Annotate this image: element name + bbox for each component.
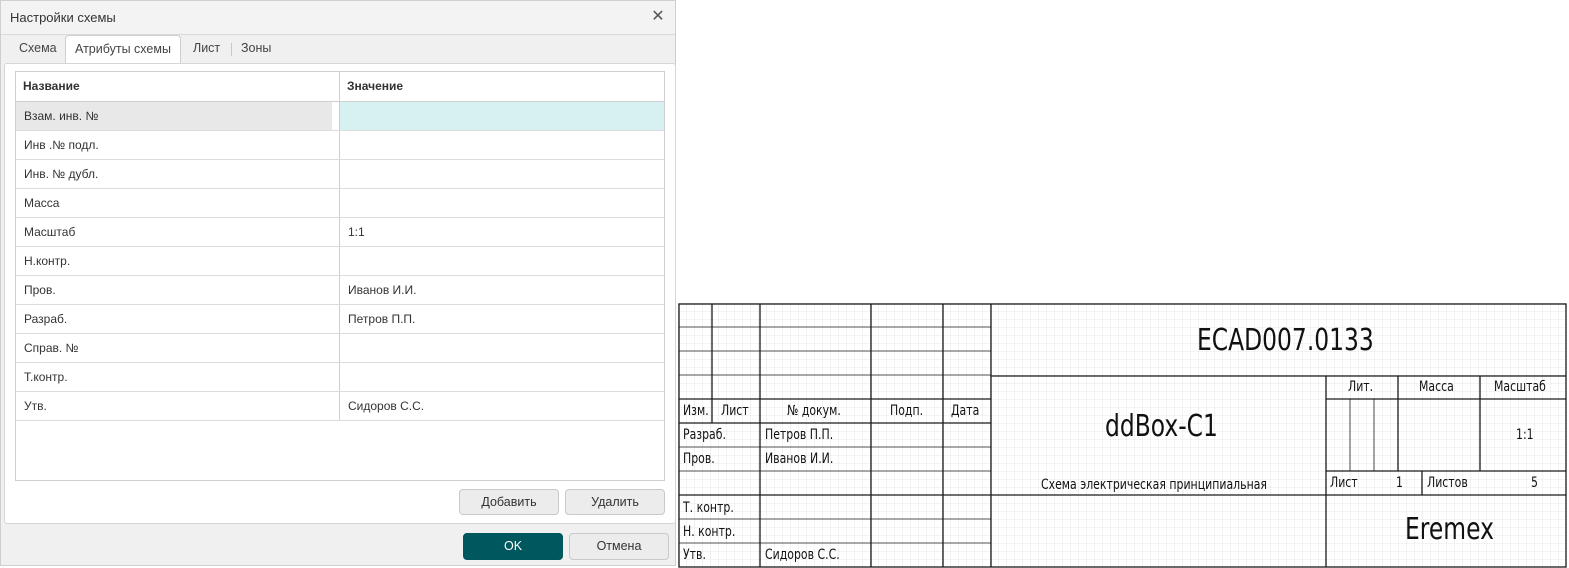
header-doc-number: № докум. [787, 403, 841, 419]
row-name: Инв. № дубл. [24, 167, 99, 181]
column-header-name[interactable]: Название [23, 72, 80, 101]
row-name: Масштаб [24, 225, 76, 239]
row-name: Пров. [24, 283, 56, 297]
sheet-label: Лист [1330, 475, 1358, 491]
attributes-panel: Название Значение Взам. инв. № Инв .№ по… [4, 63, 676, 524]
mass-label: Масса [1419, 379, 1454, 395]
row-value[interactable]: Иванов И.И. [340, 276, 664, 304]
row-name: Т.контр. [24, 370, 68, 384]
person-utv: Сидоров С.С. [765, 547, 840, 563]
table-row[interactable]: Взам. инв. № [16, 102, 664, 131]
tab-sheet[interactable]: Лист [193, 35, 220, 63]
person-prov: Иванов И.И. [765, 451, 834, 467]
row-value[interactable] [340, 363, 664, 391]
schema-settings-dialog: Настройки схемы ✕ Схема Атрибуты схемы Л… [0, 0, 676, 566]
add-button[interactable]: Добавить [459, 489, 559, 515]
row-value[interactable]: 1:1 [340, 218, 664, 246]
row-name: Утв. [24, 399, 47, 413]
document-type: Схема электрическая принципиальная [1041, 477, 1267, 493]
product-name: ddBox-C1 [1105, 409, 1218, 444]
role-utv: Утв. [683, 547, 706, 563]
header-date: Дата [951, 403, 980, 419]
ok-button[interactable]: OK [463, 533, 563, 560]
lit-label: Лит. [1348, 379, 1374, 395]
sheets-label: Листов [1427, 475, 1468, 491]
table-row[interactable]: Масса [16, 189, 664, 218]
row-value[interactable] [340, 189, 664, 217]
column-header-value[interactable]: Значение [347, 72, 403, 101]
delete-button[interactable]: Удалить [565, 489, 665, 515]
row-name: Масса [24, 196, 60, 210]
role-tkontr: Т. контр. [683, 500, 734, 516]
table-row[interactable]: Т.контр. [16, 363, 664, 392]
header-izm: Изм. [683, 403, 709, 419]
row-value[interactable]: Сидоров С.С. [340, 392, 664, 420]
row-name: Справ. № [24, 341, 79, 355]
row-name: Разраб. [24, 312, 68, 326]
table-row[interactable]: Утв. Сидоров С.С. [16, 392, 664, 421]
tab-separator [231, 43, 232, 56]
sheets-value: 5 [1531, 475, 1538, 491]
row-value[interactable] [340, 102, 664, 130]
close-icon[interactable]: ✕ [649, 8, 667, 26]
row-name: Инв .№ подл. [24, 138, 99, 152]
tab-zones[interactable]: Зоны [241, 35, 271, 63]
row-value[interactable] [340, 131, 664, 159]
role-nkontr: Н. контр. [683, 524, 736, 540]
dialog-titlebar: Настройки схемы ✕ [1, 1, 675, 35]
scale-value: 1:1 [1516, 427, 1534, 443]
row-value[interactable]: Петров П.П. [340, 305, 664, 333]
dialog-title: Настройки схемы [10, 10, 116, 25]
row-name: Н.контр. [24, 254, 71, 268]
row-value[interactable] [340, 160, 664, 188]
table-row[interactable]: Пров. Иванов И.И. [16, 276, 664, 305]
header-list: Лист [721, 403, 749, 419]
table-row[interactable]: Н.контр. [16, 247, 664, 276]
drawing-title-block: Изм. Лист № докум. Подп. Дата Разраб. Пе… [678, 303, 1568, 568]
document-code: ECAD007.0133 [1197, 323, 1374, 358]
scale-label: Масштаб [1494, 379, 1546, 395]
company-name: Eremex [1405, 512, 1494, 547]
table-row[interactable]: Справ. № [16, 334, 664, 363]
row-value[interactable] [340, 247, 664, 275]
tab-schema[interactable]: Схема [19, 35, 57, 63]
header-signature: Подп. [890, 403, 924, 419]
attributes-table: Название Значение Взам. инв. № Инв .№ по… [15, 71, 665, 481]
row-name: Взам. инв. № [16, 102, 332, 130]
sheet-value: 1 [1396, 475, 1403, 491]
table-row[interactable]: Инв .№ подл. [16, 131, 664, 160]
role-prov: Пров. [683, 451, 715, 467]
tab-schema-attributes[interactable]: Атрибуты схемы [65, 35, 181, 64]
table-header: Название Значение [16, 72, 664, 102]
table-row[interactable]: Инв. № дубл. [16, 160, 664, 189]
person-razrab: Петров П.П. [765, 427, 834, 443]
row-value[interactable] [340, 334, 664, 362]
role-razrab: Разраб. [683, 427, 726, 443]
table-row[interactable]: Масштаб 1:1 [16, 218, 664, 247]
cancel-button[interactable]: Отмена [569, 533, 669, 560]
table-row[interactable]: Разраб. Петров П.П. [16, 305, 664, 334]
